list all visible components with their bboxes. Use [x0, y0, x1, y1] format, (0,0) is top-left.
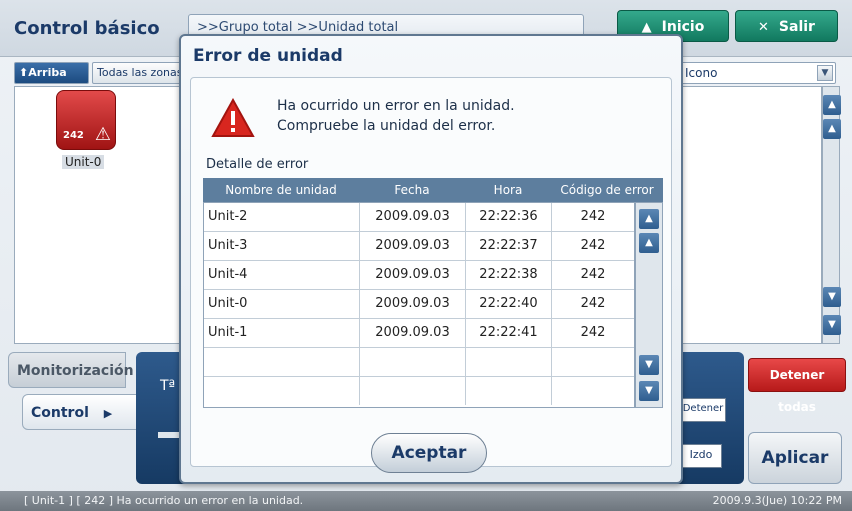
cell-code: 242	[580, 238, 606, 253]
cell-name: Unit-0	[204, 290, 360, 318]
status-message: [ Unit-1 ] [ 242 ] Ha ocurrido un error …	[24, 494, 304, 507]
tab-monitorizacion[interactable]: Monitorización	[8, 352, 134, 388]
error-dialog: Error de unidad Ha ocurrido un error en …	[179, 34, 683, 484]
view-select-value: Icono	[685, 66, 718, 80]
cell-name: Unit-1	[204, 319, 360, 347]
decrease-button[interactable]	[158, 432, 180, 438]
todas-zonas-button[interactable]: Todas las zonas	[92, 62, 182, 84]
scroll-down-icon[interactable]: ▼	[639, 355, 659, 375]
cell-date: 2009.09.03	[360, 203, 466, 231]
cell-name: Unit-3	[204, 232, 360, 260]
table-row[interactable]: Unit-1 2009.09.03 22:22:41 242	[204, 319, 634, 348]
cell-date: 2009.09.03	[360, 290, 466, 318]
scroll-bottom-icon[interactable]: ▼	[639, 381, 659, 401]
detail-label: Detalle de error	[206, 157, 309, 172]
cell-date	[360, 377, 466, 405]
col-codigo: Código de error	[560, 183, 654, 197]
unit-label: Unit-0	[62, 155, 105, 169]
arriba-label: Arriba	[28, 66, 67, 79]
cell-date: 2009.09.03	[360, 232, 466, 260]
cell-time: 22:22:36	[466, 203, 552, 231]
view-select[interactable]: Icono ▼	[680, 62, 836, 84]
cell-code: 242	[580, 267, 606, 282]
unit-error-code: 242	[63, 130, 84, 141]
detener-todas-button[interactable]: Detener todas	[748, 358, 846, 414]
scroll-up-icon[interactable]: ▲	[823, 119, 841, 139]
home-arrow-icon: ▲	[641, 20, 652, 35]
cell-time: 22:22:37	[466, 232, 552, 260]
table-row	[204, 377, 634, 406]
up-arrow-icon: ⬆	[19, 66, 29, 79]
page-title: Control básico	[14, 18, 160, 39]
tab-control[interactable]: Control ▶	[22, 394, 140, 430]
cell-time: 22:22:38	[466, 261, 552, 289]
cell-name	[204, 377, 360, 405]
aceptar-button[interactable]: Aceptar	[371, 433, 487, 473]
cell-time: 22:22:41	[466, 319, 552, 347]
cell-date: 2009.09.03	[360, 319, 466, 347]
inicio-label: Inicio	[661, 19, 705, 35]
table-row[interactable]: Unit-4 2009.09.03 22:22:38 242	[204, 261, 634, 290]
col-fecha: Fecha	[394, 183, 430, 197]
error-message: Ha ocurrido un error en la unidad.	[277, 98, 515, 114]
col-hora: Hora	[493, 183, 523, 197]
temp-label: Tª	[160, 378, 176, 394]
scroll-top-icon[interactable]: ▲	[823, 95, 841, 115]
dialog-body: Ha ocurrido un error en la unidad. Compr…	[190, 77, 672, 467]
cell-code	[552, 348, 634, 376]
table-header: Nombre de unidad Fecha Hora Código de er…	[203, 178, 663, 202]
status-bar: [ Unit-1 ] [ 242 ] Ha ocurrido un error …	[0, 491, 852, 511]
salir-label: Salir	[778, 19, 815, 35]
chevron-down-icon: ▼	[817, 65, 833, 81]
table-body: Unit-2 2009.09.03 22:22:36 242 Unit-3 20…	[203, 202, 635, 408]
table-row[interactable]: Unit-0 2009.09.03 22:22:40 242	[204, 290, 634, 319]
cell-time: 22:22:40	[466, 290, 552, 318]
salir-button[interactable]: ✕ Salir	[735, 10, 838, 42]
scroll-down-icon[interactable]: ▼	[823, 287, 841, 307]
cell-code: 242	[580, 296, 606, 311]
cell-code: 242	[580, 325, 606, 340]
aplicar-button[interactable]: Aplicar	[748, 432, 842, 484]
scroll-top-icon[interactable]: ▲	[639, 209, 659, 229]
cell-code: 242	[580, 209, 606, 224]
tab-control-label: Control	[31, 405, 89, 421]
status-datetime: 2009.9.3(Jue) 10:22 PM	[712, 494, 842, 507]
table-row[interactable]: Unit-2 2009.09.03 22:22:36 242	[204, 203, 634, 232]
warning-icon	[211, 98, 255, 137]
cell-date: 2009.09.03	[360, 261, 466, 289]
scroll-bottom-icon[interactable]: ▼	[823, 315, 841, 335]
cell-name	[204, 348, 360, 376]
panel-scrollbar[interactable]: ▲ ▲ ▼ ▼	[822, 86, 841, 344]
unit-error-icon[interactable]: 242 ⚠	[56, 90, 116, 150]
arriba-button[interactable]: ⬆Arriba	[14, 62, 89, 84]
error-instruction: Compruebe la unidad del error.	[277, 118, 496, 134]
cell-date	[360, 348, 466, 376]
warning-icon: ⚠	[94, 124, 111, 145]
izdo-button[interactable]: Izdo	[680, 444, 722, 468]
cell-name: Unit-2	[204, 203, 360, 231]
table-scrollbar[interactable]: ▲ ▲ ▼ ▼	[635, 202, 663, 408]
cell-name: Unit-4	[204, 261, 360, 289]
cell-code	[552, 377, 634, 405]
col-nombre: Nombre de unidad	[225, 183, 337, 197]
cell-time	[466, 377, 552, 405]
cell-time	[466, 348, 552, 376]
detener-button[interactable]: Detener	[680, 398, 726, 422]
close-icon: ✕	[758, 20, 769, 35]
table-row	[204, 348, 634, 377]
dialog-title: Error de unidad	[193, 46, 343, 66]
table-row[interactable]: Unit-3 2009.09.03 22:22:37 242	[204, 232, 634, 261]
chevron-right-icon: ▶	[103, 407, 113, 420]
error-table: Nombre de unidad Fecha Hora Código de er…	[203, 178, 663, 408]
scroll-up-icon[interactable]: ▲	[639, 233, 659, 253]
